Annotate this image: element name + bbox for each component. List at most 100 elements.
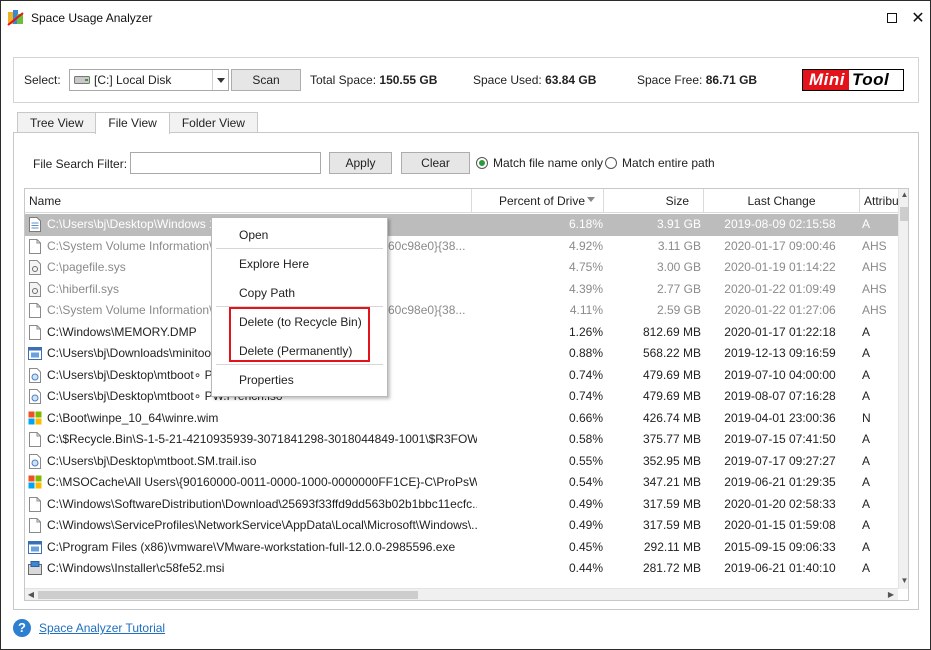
file-icon [29,496,41,512]
space-free-value: 86.71 GB [705,73,758,87]
last-change-cell: 2019-06-21 01:29:35 [724,475,836,489]
disc-image-icon [29,389,41,404]
size-cell: 317.59 MB [642,496,701,511]
drive-summary-panel: Select: [C:] Local Disk Scan Total Space… [13,57,919,103]
vertical-scrollbar[interactable]: ▲ ▼ [898,189,908,589]
scan-button[interactable]: Scan [231,69,301,91]
table-row[interactable]: C:\Users\bj\Downloads\minitool 0.88% 568.2… [25,343,898,365]
attributes-cell: A [862,496,871,511]
scroll-up-icon[interactable]: ▲ [899,189,908,201]
percent-cell: 1.26% [568,324,603,339]
table-row[interactable]: C:\Users\bj\Desktop\Windows 1 6.18% 3.91 G… [25,214,898,236]
table-row[interactable]: C:\MSOCache\All Users\{90160000-0011-000… [25,472,898,494]
horizontal-scroll-thumb[interactable] [38,591,418,599]
attributes-cell: AHS [862,260,887,274]
table-row[interactable]: C:\Boot\winpe_10_64\winre.wim 0.66% 426.74… [25,408,898,430]
drive-dropdown[interactable]: [C:] Local Disk [69,69,229,91]
size-cell: 426.74 MB [642,410,701,425]
tutorial-link[interactable]: Space Analyzer Tutorial [39,621,165,635]
system-file-icon [29,260,41,275]
column-header-percent-label: Percent of Drive [498,194,585,208]
percent-cell: 0.55% [568,453,603,468]
size-cell: 352.95 MB [642,453,701,468]
menu-item-properties[interactable]: Properties [212,368,387,392]
column-header-size[interactable]: Size [604,189,704,213]
percent-cell: 4.92% [568,238,603,253]
last-change-cell: 2019-07-10 04:00:00 [724,367,836,382]
last-change-cell: 2019-07-15 07:41:50 [724,432,836,446]
table-row[interactable]: C:\Users\bj\Desktop\mtboot∘ PW 0.74% 479.6… [25,365,898,387]
file-table: Name Percent of Drive Size Last Change A… [24,188,909,601]
table-row[interactable]: C:\Windows\ServiceProfiles\NetworkServic… [25,515,898,537]
table-row[interactable]: C:\System Volume Information\{60c98e0}{3… [25,236,898,258]
attributes-cell: A [862,453,871,468]
last-change-cell: 2020-01-19 01:14:22 [724,260,836,274]
last-change-cell: 2019-06-21 01:40:10 [724,561,836,575]
help-icon[interactable]: ? [13,619,31,637]
size-cell: 568.22 MB [642,346,701,360]
last-change-cell: 2020-01-22 01:09:49 [724,281,836,296]
space-free-stat: Space Free: 86.71 GB [637,73,757,87]
app-logo-icon [7,10,24,26]
column-header-name[interactable]: Name [25,189,472,213]
size-cell: 479.69 MB [642,367,701,382]
table-row[interactable]: C:\hiberfil.sys 4.39% 2.77 GB 2020-01-22 01… [25,279,898,301]
total-space-label: Total Space: [310,73,377,87]
table-row[interactable]: C:\Users\bj\Desktop\mtboot.SM.trail.iso 0… [25,451,898,473]
chevron-down-icon[interactable] [212,70,228,90]
table-row[interactable]: C:\pagefile.sys 4.75% 3.00 GB 2020-01-19 01… [25,257,898,279]
menu-item-copy-path[interactable]: Copy Path [212,281,387,305]
installer-icon [28,540,42,554]
table-row[interactable]: C:\Windows\MEMORY.DMP 1.26% 812.69 MB 2020-… [25,322,898,344]
clear-button[interactable]: Clear [401,152,470,174]
scroll-down-icon[interactable]: ▼ [899,575,908,587]
file-name-tail: 60c98e0}{38... [388,238,466,253]
percent-cell: 4.39% [568,281,603,296]
attributes-cell: A [862,324,871,339]
table-row[interactable]: C:\System Volume Information\{60c98e0}{3… [25,300,898,322]
column-header-last-change[interactable]: Last Change [704,189,860,213]
tab-folder-view[interactable]: Folder View [168,112,258,133]
file-search-filter-label: File Search Filter: [33,157,128,171]
file-name-cell: C:\MSOCache\All Users\{90160000-0011-000… [47,475,477,489]
last-change-cell: 2015-09-15 09:06:33 [724,539,836,554]
wim-icon [28,411,42,424]
size-cell: 375.77 MB [642,432,701,446]
apply-button[interactable]: Apply [329,152,392,174]
menu-item-explore-here[interactable]: Explore Here [212,252,387,276]
last-change-cell: 2019-04-01 23:00:36 [724,410,836,425]
last-change-cell: 2020-01-20 02:58:33 [724,496,836,511]
cab-icon [28,475,42,489]
vertical-scroll-thumb[interactable] [900,207,908,221]
minitool-logo: Mini Tool [802,69,904,91]
file-search-filter-input[interactable] [130,152,321,174]
column-header-attributes[interactable]: Attribu [860,189,900,213]
percent-cell: 0.49% [568,518,603,532]
radio-match-entire-path[interactable]: Match entire path [605,156,715,170]
radio-match-file-name[interactable]: Match file name only [476,156,603,170]
radio-circle [605,157,617,169]
table-row[interactable]: C:\$Recycle.Bin\S-1-5-21-4210935939-3071… [25,429,898,451]
attributes-cell: A [862,539,871,554]
size-cell: 479.69 MB [642,389,701,403]
tab-tree-view[interactable]: Tree View [17,112,97,133]
table-row[interactable]: C:\Windows\Installer\c58fe52.msi 0.44% 281… [25,558,898,580]
column-header-percent[interactable]: Percent of Drive [472,189,604,213]
table-row[interactable]: C:\Users\bj\Desktop\mtboot∘ PW.French.is… [25,386,898,408]
scroll-right-icon[interactable]: ▶ [885,589,897,600]
file-name-tail: 60c98e0}{38... [388,303,466,317]
file-icon [29,303,41,318]
delete-options-highlight [229,307,370,362]
tab-file-view[interactable]: File View [95,112,170,134]
size-cell: 812.69 MB [642,324,701,339]
drive-icon [74,76,90,84]
close-button[interactable]: ✕ [907,7,929,29]
table-row[interactable]: C:\Windows\SoftwareDistribution\Download… [25,494,898,516]
menu-item-open[interactable]: Open [212,223,387,247]
file-name-cell: C:\Boot\winpe_10_64\winre.wim [47,410,219,425]
scroll-left-icon[interactable]: ◀ [25,589,37,600]
space-used-value: 63.84 GB [545,73,597,87]
horizontal-scrollbar[interactable]: ◀ ▶ [25,588,898,600]
maximize-button[interactable] [881,7,903,29]
table-row[interactable]: C:\Program Files (x86)\vmware\VMware-wor… [25,537,898,559]
